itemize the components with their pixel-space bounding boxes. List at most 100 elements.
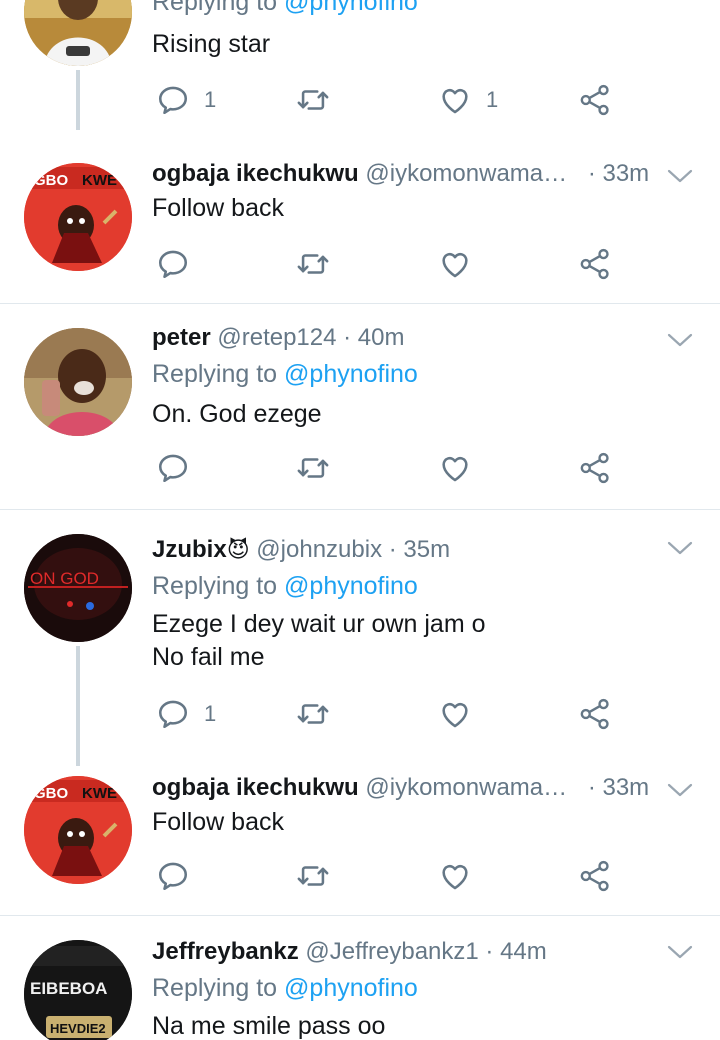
retweet-button[interactable]: [296, 694, 330, 734]
tweet-rising-star[interactable]: Replying to @phynofino Rising star 1 1: [0, 0, 720, 140]
action-bar: [152, 244, 652, 284]
tweet-peter[interactable]: peter @retep124 · 40m Replying to @phyno…: [0, 304, 720, 509]
svg-text:KWE: KWE: [82, 785, 117, 802]
reply-button[interactable]: [156, 448, 190, 488]
replying-to: Replying to @phynofino: [152, 360, 418, 388]
action-bar: 1 1: [152, 80, 652, 120]
display-name[interactable]: ogbaja ikechukwu: [152, 160, 359, 187]
user-handle[interactable]: @Jeffreybankz1: [305, 938, 478, 965]
replying-to: Replying to @phynofino: [152, 974, 418, 1002]
replying-to: Replying to @phynofino: [152, 572, 418, 600]
avatar[interactable]: ON GOD: [24, 534, 132, 642]
heart-icon: [438, 451, 472, 485]
tweet-header: ogbaja ikechukwu @iykomonwama… · 33m: [152, 160, 649, 188]
tweet-header: Jeffreybankz @Jeffreybankz1 · 44m: [152, 938, 547, 966]
tweet-text: Follow back: [152, 194, 284, 222]
share-button[interactable]: [578, 856, 612, 896]
display-name[interactable]: peter: [152, 324, 211, 351]
reply-icon: [156, 83, 190, 117]
share-icon: [578, 247, 612, 281]
like-button[interactable]: [438, 856, 472, 896]
tweet-text-line: No fail me: [152, 643, 265, 671]
tweet-jzubix[interactable]: ON GOD Jzubix😈 @johnzubix · 35m Replying…: [0, 510, 720, 766]
like-button[interactable]: [438, 694, 472, 734]
share-button[interactable]: [578, 694, 612, 734]
retweet-icon: [296, 451, 330, 485]
svg-text:GBO: GBO: [34, 785, 69, 802]
reply-button[interactable]: [156, 856, 190, 896]
avatar[interactable]: EIBEBOA HEVDIE2: [24, 940, 132, 1040]
retweet-icon: [296, 83, 330, 117]
display-name[interactable]: Jeffreybankz: [152, 938, 299, 965]
display-name[interactable]: Jzubix: [152, 536, 227, 563]
avatar[interactable]: [24, 328, 132, 436]
timestamp[interactable]: · 35m: [389, 536, 450, 563]
tweet-header: ogbaja ikechukwu @iykomonwama… · 33m: [152, 774, 649, 802]
share-button[interactable]: [578, 448, 612, 488]
retweet-icon: [296, 697, 330, 731]
svg-text:EIBEBOA: EIBEBOA: [30, 979, 107, 998]
like-button[interactable]: [438, 448, 472, 488]
avatar[interactable]: [24, 0, 132, 66]
share-icon: [578, 451, 612, 485]
share-button[interactable]: [578, 244, 612, 284]
tweet-text: Ezege I dey wait ur own jam o No fail me: [152, 608, 486, 674]
mention-link[interactable]: @phynofino: [284, 360, 418, 388]
reply-icon: [156, 451, 190, 485]
timestamp[interactable]: · 40m: [343, 324, 404, 351]
share-icon: [578, 697, 612, 731]
reply-count: 1: [204, 701, 217, 726]
timestamp[interactable]: · 44m: [485, 938, 546, 965]
avatar[interactable]: GBO KWE: [24, 776, 132, 884]
like-button[interactable]: [438, 244, 472, 284]
share-icon: [578, 859, 612, 893]
retweet-button[interactable]: [296, 448, 330, 488]
svg-text:GBO: GBO: [34, 172, 69, 189]
tweet-text: Follow back: [152, 808, 284, 836]
user-handle[interactable]: @iykomonwama…: [365, 774, 567, 801]
tweet-header: peter @retep124 · 40m: [152, 324, 405, 352]
chevron-down-icon[interactable]: [666, 330, 694, 350]
retweet-button[interactable]: [296, 856, 330, 896]
heart-icon: [438, 83, 472, 117]
reply-icon: [156, 247, 190, 281]
mention-link[interactable]: @phynofino: [284, 572, 418, 600]
action-bar: [152, 448, 652, 488]
reply-button[interactable]: 1: [156, 694, 216, 734]
tweet-text-line: Ezege I dey wait ur own jam o: [152, 610, 486, 638]
action-bar: 1: [152, 694, 652, 734]
retweet-button[interactable]: [296, 244, 330, 284]
chevron-down-icon[interactable]: [666, 538, 694, 558]
mention-link[interactable]: @phynofino: [284, 0, 418, 16]
like-button[interactable]: 1: [438, 80, 498, 120]
tweet-follow-back-2[interactable]: GBO KWE ogbaja ikechukwu @iykomonwama… ·…: [0, 760, 720, 915]
avatar[interactable]: GBO KWE: [24, 163, 132, 271]
user-handle[interactable]: @iykomonwama…: [365, 160, 567, 187]
tweet-text: On. God ezege: [152, 400, 322, 428]
svg-text:HEVDIE2: HEVDIE2: [50, 1021, 106, 1036]
display-name[interactable]: ogbaja ikechukwu: [152, 774, 359, 801]
chevron-down-icon[interactable]: [666, 942, 694, 962]
like-count: 1: [486, 87, 499, 112]
svg-text:KWE: KWE: [82, 172, 117, 189]
reply-button[interactable]: [156, 244, 190, 284]
timestamp[interactable]: · 33m: [588, 160, 649, 187]
share-icon: [578, 83, 612, 117]
heart-icon: [438, 697, 472, 731]
share-button[interactable]: [578, 80, 612, 120]
retweet-button[interactable]: [296, 80, 330, 120]
reply-count: 1: [204, 87, 217, 112]
user-handle[interactable]: @retep124: [217, 324, 336, 351]
retweet-icon: [296, 247, 330, 281]
timestamp[interactable]: · 33m: [588, 774, 649, 801]
reply-button[interactable]: 1: [156, 80, 216, 120]
user-handle[interactable]: @johnzubix: [256, 536, 382, 563]
mention-link[interactable]: @phynofino: [284, 974, 418, 1002]
chevron-down-icon[interactable]: [666, 780, 694, 800]
thread-line: [76, 70, 80, 130]
tweet-text: Na me smile pass oo: [152, 1012, 386, 1040]
tweet-jeffreybankz[interactable]: EIBEBOA HEVDIE2 Jeffreybankz @Jeffreyban…: [0, 916, 720, 1040]
chevron-down-icon[interactable]: [666, 166, 694, 186]
thread-line: [76, 646, 80, 766]
tweet-follow-back-1[interactable]: GBO KWE ogbaja ikechukwu @iykomonwama… ·…: [0, 140, 720, 303]
